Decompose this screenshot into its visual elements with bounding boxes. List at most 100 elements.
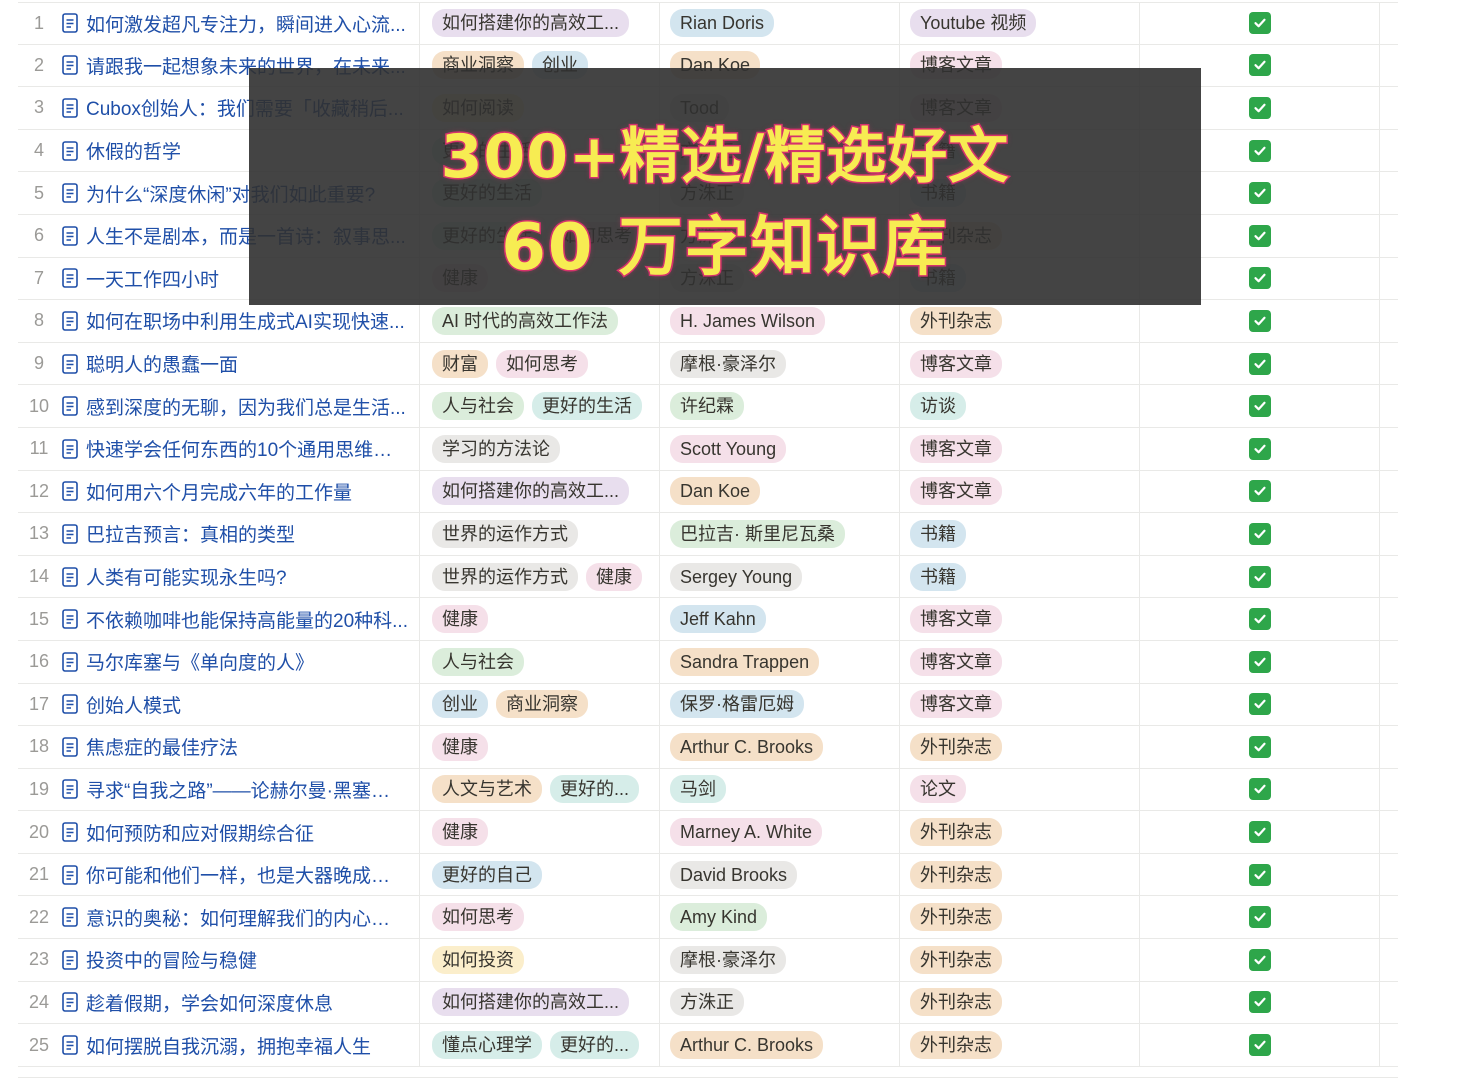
table-row[interactable]: 16 马尔库塞与《单向度的人》 人与社会 Sandra Trappen 博客文章 <box>18 640 1398 684</box>
author-chip[interactable]: Rian Doris <box>670 9 775 38</box>
tag-chip[interactable]: 世界的运作方式 <box>432 562 578 591</box>
source-cell[interactable]: 书籍 <box>900 555 1140 598</box>
title-link[interactable]: 感到深度的无聊，因为我们总是生活... <box>86 393 406 420</box>
tag-chip[interactable]: 更好的自己 <box>432 860 542 889</box>
tag-chip[interactable]: 人与社会 <box>432 647 524 676</box>
author-chip[interactable]: David Brooks <box>670 860 798 889</box>
checkbox-checked[interactable] <box>1248 608 1271 631</box>
title-cell[interactable]: 意识的奥秘：如何理解我们的内心世界 <box>60 896 420 939</box>
title-link[interactable]: 聪明人的愚蠢一面 <box>86 350 238 377</box>
source-cell[interactable]: 外刊杂志 <box>900 726 1140 768</box>
source-cell[interactable]: 外刊杂志 <box>900 981 1140 1024</box>
checkbox-checked[interactable] <box>1248 480 1271 503</box>
table-row[interactable]: 11 快速学会任何东西的10个通用思维模型 学习的方法论 Scott Young 博客文… <box>18 427 1398 471</box>
tags-cell[interactable]: 世界的运作方式 <box>420 513 660 555</box>
author-cell[interactable]: 摩根·豪泽尔 <box>660 342 900 385</box>
checkbox-checked[interactable] <box>1248 821 1271 844</box>
tag-chip[interactable]: 创业 <box>432 690 488 719</box>
tags-cell[interactable]: 健康 <box>420 811 660 853</box>
tag-chip[interactable]: 健康 <box>432 605 488 634</box>
source-chip[interactable]: 外刊杂志 <box>910 903 1002 932</box>
source-cell[interactable]: Youtube 视频 <box>900 3 1140 44</box>
checkbox-checked[interactable] <box>1248 139 1271 162</box>
table-row[interactable]: 17 创始人模式 创业 商业洞察 保罗·格雷厄姆 博客文章 <box>18 683 1398 727</box>
checkbox-checked[interactable] <box>1248 395 1271 418</box>
tags-cell[interactable]: 学习的方法论 <box>420 427 660 470</box>
author-chip[interactable]: 摩根·豪泽尔 <box>670 349 786 378</box>
source-cell[interactable]: 访谈 <box>900 385 1140 427</box>
source-chip[interactable]: 外刊杂志 <box>910 1031 1002 1060</box>
checkbox-checked[interactable] <box>1248 54 1271 77</box>
source-cell[interactable]: 博客文章 <box>900 427 1140 470</box>
checkbox-checked[interactable] <box>1248 948 1271 971</box>
author-cell[interactable]: David Brooks <box>660 853 900 896</box>
author-chip[interactable]: 巴拉吉· 斯里尼瓦桑 <box>670 519 845 548</box>
author-cell[interactable]: 许纪霖 <box>660 385 900 427</box>
author-cell[interactable]: Scott Young <box>660 427 900 470</box>
author-cell[interactable]: Marney A. White <box>660 811 900 853</box>
tags-cell[interactable]: 如何搭建你的高效工... <box>420 981 660 1024</box>
title-link[interactable]: 一天工作四小时 <box>86 265 219 292</box>
author-cell[interactable]: 巴拉吉· 斯里尼瓦桑 <box>660 513 900 555</box>
source-chip[interactable]: 书籍 <box>910 562 966 591</box>
title-cell[interactable]: 如何用六个月完成六年的工作量 <box>60 470 420 513</box>
title-cell[interactable]: 寻求“自我之路”——论赫尔曼·黑塞的 ... <box>60 768 420 811</box>
checkbox-checked[interactable] <box>1248 437 1271 460</box>
tags-cell[interactable]: 世界的运作方式 健康 <box>420 555 660 598</box>
tag-chip[interactable]: 如何搭建你的高效工... <box>432 9 630 38</box>
author-chip[interactable]: 摩根·豪泽尔 <box>670 945 786 974</box>
checkbox-checked[interactable] <box>1248 565 1271 588</box>
author-cell[interactable]: Arthur C. Brooks <box>660 726 900 768</box>
title-link[interactable]: 趁着假期，学会如何深度休息 <box>86 989 333 1016</box>
tags-cell[interactable]: 创业 商业洞察 <box>420 683 660 726</box>
source-cell[interactable]: 外刊杂志 <box>900 896 1140 939</box>
source-chip[interactable]: 书籍 <box>910 519 966 548</box>
tag-chip[interactable]: 财富 <box>432 349 488 378</box>
author-chip[interactable]: Amy Kind <box>670 903 768 932</box>
source-cell[interactable]: 外刊杂志 <box>900 1024 1140 1066</box>
tags-cell[interactable]: 懂点心理学 更好的... <box>420 1024 660 1066</box>
title-cell[interactable]: 焦虑症的最佳疗法 <box>60 726 420 768</box>
tags-cell[interactable]: 更好的自己 <box>420 853 660 896</box>
source-chip[interactable]: 论文 <box>910 775 966 804</box>
tag-chip[interactable]: 更好的... <box>550 775 640 804</box>
table-row[interactable]: 10 感到深度的无聊，因为我们总是生活... 人与社会 更好的生活 许纪霖 访谈 <box>18 385 1398 428</box>
tags-cell[interactable]: 如何思考 <box>420 896 660 939</box>
table-row[interactable]: 8 如何在职场中利用生成式AI实现快速... AI 时代的高效工作法 H. James… <box>18 300 1398 343</box>
tag-chip[interactable]: 健康 <box>432 818 488 847</box>
tag-chip[interactable]: 如何思考 <box>432 903 524 932</box>
table-row[interactable]: 15 不依赖咖啡也能保持高能量的20种科... 健康 Jeff Kahn 博客文章 <box>18 598 1398 641</box>
author-cell[interactable]: 摩根·豪泽尔 <box>660 939 900 981</box>
author-chip[interactable]: Arthur C. Brooks <box>670 732 824 761</box>
title-cell[interactable]: 如何预防和应对假期综合征 <box>60 811 420 853</box>
author-cell[interactable]: Sergey Young <box>660 555 900 598</box>
author-chip[interactable]: Arthur C. Brooks <box>670 1031 824 1060</box>
title-cell[interactable]: 如何激发超凡专注力，瞬间进入心流... <box>60 3 420 44</box>
author-cell[interactable]: 保罗·格雷厄姆 <box>660 683 900 726</box>
table-row[interactable]: 9 聪明人的愚蠢一面 财富 如何思考 摩根·豪泽尔 博客文章 <box>18 342 1398 386</box>
source-cell[interactable]: 博客文章 <box>900 470 1140 513</box>
author-cell[interactable]: 马剑 <box>660 768 900 811</box>
author-cell[interactable]: Jeff Kahn <box>660 598 900 640</box>
source-chip[interactable]: 外刊杂志 <box>910 988 1002 1017</box>
title-link[interactable]: 寻求“自我之路”——论赫尔曼·黑塞的 ... <box>86 776 408 803</box>
table-row[interactable]: 23 投资中的冒险与稳健 如何投资 摩根·豪泽尔 外刊杂志 <box>18 939 1398 982</box>
tags-cell[interactable]: 健康 <box>420 598 660 640</box>
title-cell[interactable]: 投资中的冒险与稳健 <box>60 939 420 981</box>
checkbox-checked[interactable] <box>1248 650 1271 673</box>
author-cell[interactable]: Amy Kind <box>660 896 900 939</box>
source-cell[interactable]: 博客文章 <box>900 640 1140 683</box>
source-chip[interactable]: 外刊杂志 <box>910 306 1002 335</box>
tag-chip[interactable]: AI 时代的高效工作法 <box>432 306 619 335</box>
title-link[interactable]: 如何用六个月完成六年的工作量 <box>86 478 352 505</box>
source-chip[interactable]: 博客文章 <box>910 605 1002 634</box>
table-row[interactable]: 13 巴拉吉预言：真相的类型 世界的运作方式 巴拉吉· 斯里尼瓦桑 书籍 <box>18 513 1398 556</box>
author-chip[interactable]: Sandra Trappen <box>670 647 820 676</box>
title-cell[interactable]: 如何在职场中利用生成式AI实现快速... <box>60 300 420 342</box>
tag-chip[interactable]: 人文与艺术 <box>432 775 542 804</box>
tags-cell[interactable]: 人与社会 更好的生活 <box>420 385 660 427</box>
title-cell[interactable]: 不依赖咖啡也能保持高能量的20种科... <box>60 598 420 640</box>
checkbox-checked[interactable] <box>1248 352 1271 375</box>
tags-cell[interactable]: AI 时代的高效工作法 <box>420 300 660 342</box>
table-row[interactable]: 25 如何摆脱自我沉溺，拥抱幸福人生 懂点心理学 更好的... Arthur C. Br… <box>18 1024 1398 1067</box>
